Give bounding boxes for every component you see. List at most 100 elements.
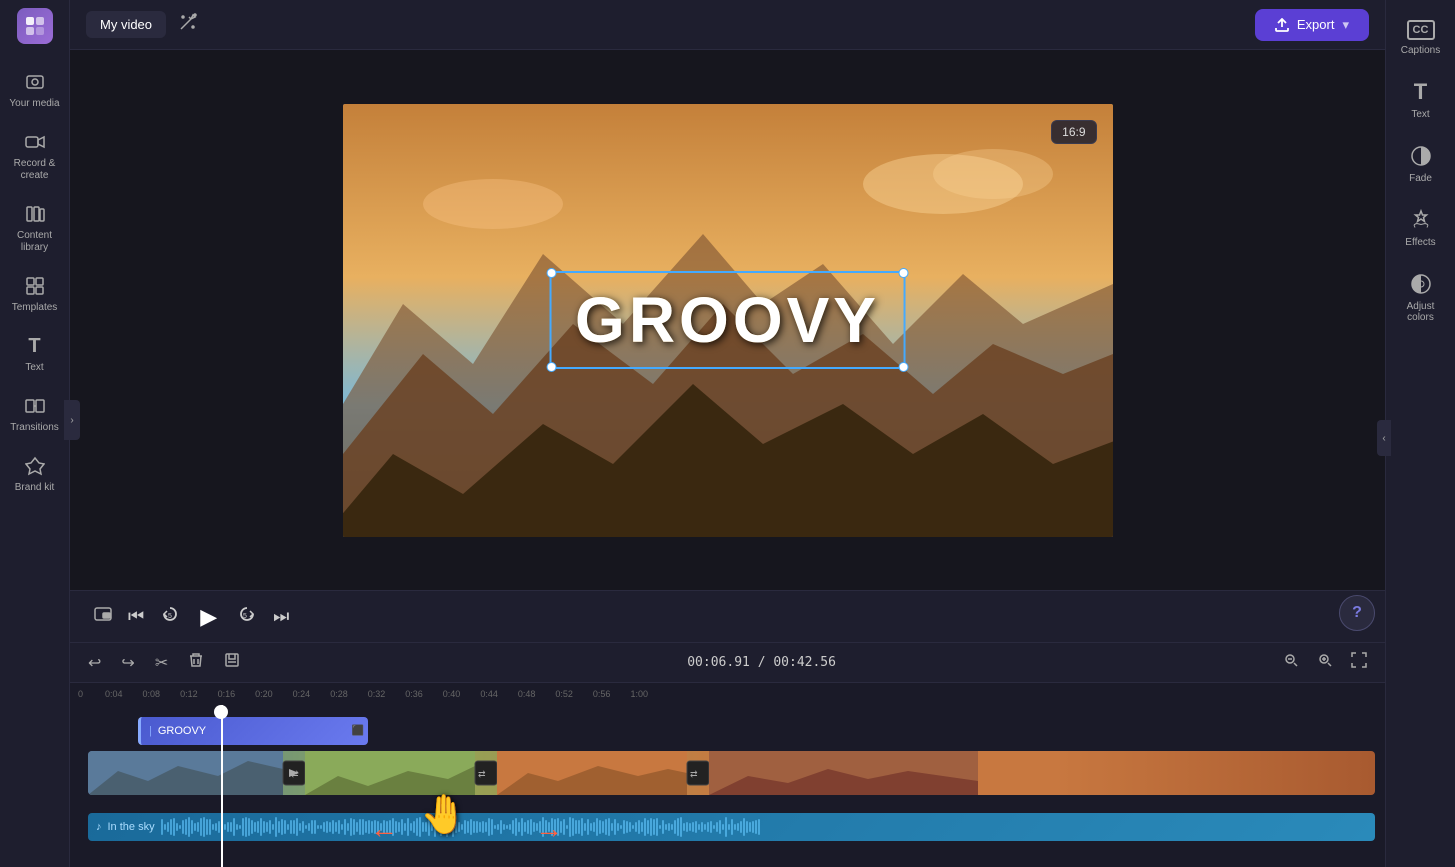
content-library-icon <box>23 202 47 226</box>
total-time: 00:42.56 <box>773 655 836 670</box>
text-track-clip[interactable]: | GROOVY ⬛ <box>138 717 368 745</box>
time-display: 00:06.91 / 00:42.56 <box>254 655 1269 670</box>
captions-label: Captions <box>1401 45 1440 56</box>
magic-wand-button[interactable] <box>178 12 198 37</box>
fit-timeline-button[interactable] <box>1345 650 1373 675</box>
brand-kit-label: Brand kit <box>15 482 54 494</box>
export-label: Export <box>1297 17 1335 32</box>
aspect-ratio-badge: 16:9 <box>1051 120 1096 144</box>
export-chevron: ▾ <box>1342 17 1349 33</box>
sidebar-item-transitions[interactable]: Transitions <box>5 386 65 442</box>
sidebar-item-templates[interactable]: Templates <box>5 266 65 322</box>
undo-button[interactable]: ↩ <box>82 651 107 675</box>
video-track-row: ⇄ ⇄ ⇄ <box>70 755 1385 805</box>
redo-button[interactable]: ↪ <box>115 651 140 675</box>
collapse-right-button[interactable]: ‹ <box>1377 420 1391 456</box>
right-sidebar-item-effects[interactable]: Effects <box>1391 198 1451 258</box>
playhead-line <box>221 705 223 867</box>
sidebar-item-your-media[interactable]: Your media <box>5 62 65 118</box>
timeline-section: ↩ ↪ ✂ 00:06.91 / 00:42.56 <box>70 642 1385 867</box>
audio-waveform: // Generate waveform bars dynamically do… <box>161 813 1367 841</box>
sidebar-item-record-create[interactable]: Record &create <box>5 122 65 190</box>
rewind-5s-button[interactable]: 5 <box>152 600 188 633</box>
selection-handle-tr[interactable] <box>899 268 909 278</box>
playback-controls: ⏮ 5 ▶ 5 ⏭ <box>70 590 1385 642</box>
forward-5s-button[interactable]: 5 <box>229 600 265 633</box>
brand-kit-icon <box>23 454 47 478</box>
your-media-icon <box>23 70 47 94</box>
help-button[interactable]: ? <box>1339 595 1375 631</box>
adjust-colors-icon <box>1409 272 1433 296</box>
your-media-label: Your media <box>9 98 59 110</box>
effects-label: Effects <box>1405 237 1435 248</box>
zoom-in-button[interactable] <box>1311 650 1339 675</box>
right-sidebar-item-text[interactable]: T Text <box>1391 70 1451 130</box>
delete-button[interactable] <box>182 650 210 675</box>
right-sidebar-item-captions[interactable]: CC Captions <box>1391 10 1451 66</box>
text-track-content: | GROOVY ⬛ <box>78 713 1385 753</box>
skip-to-end-button[interactable]: ⏭ <box>265 602 297 631</box>
zoom-out-button[interactable] <box>1277 650 1305 675</box>
audio-clip-label: In the sky <box>108 821 155 833</box>
record-create-icon <box>23 130 47 154</box>
video-track-content: ⇄ ⇄ ⇄ <box>78 755 1385 805</box>
right-sidebar-item-fade[interactable]: Fade <box>1391 134 1451 194</box>
effects-icon <box>1409 208 1433 232</box>
skip-to-start-button[interactable]: ⏮ <box>120 602 152 631</box>
right-text-label: Text <box>1411 109 1429 120</box>
audio-track-content: ♪ In the sky // Generate waveform bars d… <box>78 809 1385 845</box>
play-button[interactable]: ▶ <box>188 600 229 634</box>
right-text-icon: T <box>1409 80 1433 104</box>
right-sidebar: CC Captions T Text Fade Effects <box>1385 0 1455 867</box>
audio-track-row: ♪ In the sky // Generate waveform bars d… <box>70 809 1385 845</box>
svg-text:5: 5 <box>243 613 247 620</box>
sidebar-collapse-button[interactable]: › <box>64 400 80 440</box>
video-container: GROOVY 16:9 <box>343 104 1113 537</box>
app-logo <box>17 8 53 44</box>
transitions-label: Transitions <box>10 422 59 434</box>
text-icon: T <box>23 334 47 358</box>
fade-icon <box>1409 144 1433 168</box>
video-track-clip[interactable]: ⇄ ⇄ ⇄ <box>88 751 1375 795</box>
project-name-button[interactable]: My video <box>86 11 166 38</box>
text-track-row: | GROOVY ⬛ <box>70 713 1385 753</box>
text-clip-label: GROOVY <box>158 725 206 737</box>
export-button[interactable]: Export ▾ <box>1255 9 1369 41</box>
fade-label: Fade <box>1409 173 1432 184</box>
preview-area: GROOVY 16:9 <box>70 50 1385 590</box>
top-bar: My video Export ▾ <box>70 0 1385 50</box>
text-label: Text <box>25 362 43 374</box>
sidebar-item-content-library[interactable]: Contentlibrary <box>5 194 65 262</box>
svg-text:⇄: ⇄ <box>690 769 698 779</box>
selection-handle-br[interactable] <box>899 362 909 372</box>
svg-text:5: 5 <box>168 613 172 620</box>
current-time: 00:06.91 <box>687 655 750 670</box>
svg-text:⇄: ⇄ <box>291 769 299 779</box>
svg-text:⇄: ⇄ <box>478 769 486 779</box>
time-separator: / <box>758 655 774 670</box>
selection-handle-tl[interactable] <box>546 268 556 278</box>
save-to-timeline-button[interactable] <box>218 650 246 675</box>
templates-label: Templates <box>12 302 58 314</box>
sidebar-item-brand-kit[interactable]: Brand kit <box>5 446 65 502</box>
adjust-colors-label: Adjustcolors <box>1407 301 1435 323</box>
groovy-text: GROOVY <box>575 284 880 356</box>
transitions-icon <box>23 394 47 418</box>
main-content: My video Export ▾ <box>70 0 1385 867</box>
content-library-label: Contentlibrary <box>17 230 52 254</box>
timeline-tracks: | GROOVY ⬛ <box>70 705 1385 867</box>
groovy-text-overlay[interactable]: GROOVY <box>549 271 906 369</box>
left-sidebar: Your media Record &create Contentlibrary <box>0 0 70 867</box>
templates-icon <box>23 274 47 298</box>
right-sidebar-item-adjust-colors[interactable]: Adjustcolors <box>1391 262 1451 333</box>
audio-track-clip[interactable]: ♪ In the sky // Generate waveform bars d… <box>88 813 1375 841</box>
video-frame: GROOVY <box>343 104 1113 537</box>
selection-handle-bl[interactable] <box>546 362 556 372</box>
playhead-handle[interactable] <box>214 705 228 719</box>
captions-icon: CC <box>1407 20 1435 40</box>
record-create-label: Record &create <box>14 158 56 182</box>
zoom-controls <box>1277 650 1373 675</box>
sidebar-item-text[interactable]: T Text <box>5 326 65 382</box>
cut-button[interactable]: ✂ <box>149 651 174 675</box>
pip-button[interactable] <box>86 601 120 632</box>
